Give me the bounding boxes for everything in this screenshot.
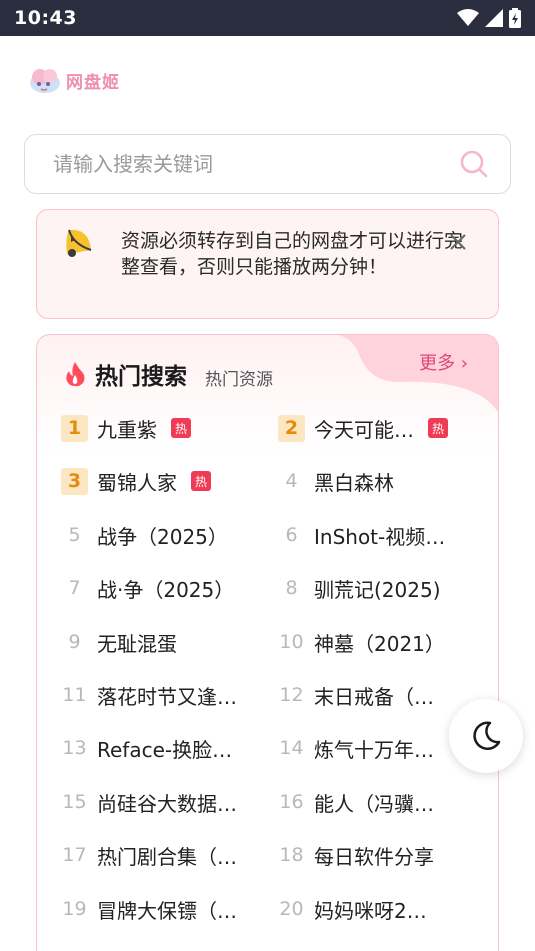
search-box[interactable] [24,134,511,194]
rank-number: 18 [279,844,304,866]
status-bar: 10:43 [0,0,535,36]
hot-item[interactable]: 10 神墓（2021） [278,622,478,662]
hot-item[interactable]: 12 末日戒备（19… [278,675,478,715]
status-time: 10:43 [14,7,77,29]
rank-number: 5 [68,524,81,546]
item-title: 炼气十万年（… [314,737,446,762]
hot-badge: 热 [428,418,448,438]
hot-item[interactable]: 17 热门剧合集（… [61,835,261,875]
logo-mascot-icon [30,69,60,93]
hot-search-subtitle: 热门资源 [205,369,273,390]
hot-item[interactable]: 2 今天可能… 热 [278,408,478,448]
moon-icon [473,721,501,751]
rank-number: 1 [61,414,88,442]
hot-item[interactable]: 5 战争（2025） [61,515,261,555]
hot-item[interactable]: 3 蜀锦人家 热 [61,461,261,501]
item-title: 冒牌大保镖（… [97,898,237,923]
rank-number: 8 [285,577,298,599]
hot-item[interactable]: 19 冒牌大保镖（… [61,889,261,929]
hot-item[interactable]: 4 黑白森林 [278,461,478,501]
app-logo: 网盘姬 [28,64,120,96]
rank-number: 12 [279,684,304,706]
panel-corner-decoration [337,335,498,413]
flame-icon [66,362,85,387]
hot-item[interactable]: 18 每日软件分享 [278,835,478,875]
item-title: 九重紫 [97,417,157,442]
hot-item[interactable]: 14 炼气十万年（… [278,728,478,768]
rank-number: 4 [285,470,298,492]
rank-number: 15 [62,791,87,813]
dark-mode-toggle[interactable] [449,699,523,773]
battery-icon [509,8,521,28]
rank-number: 10 [279,631,304,653]
hot-item[interactable]: 6 InShot-视频… [278,515,478,555]
more-link[interactable]: 更多 › [419,349,468,375]
hot-item[interactable]: 16 能人（冯骥才… [278,782,478,822]
item-title: 蜀锦人家 [97,470,177,495]
hot-search-header: 热门搜索 热门资源 [63,357,273,391]
item-title: InShot-视频… [314,524,446,549]
hot-search-panel: 热门搜索 热门资源 更多 › 1 九重紫 热 2 今天可能… 热 3 蜀锦人家 … [36,334,499,951]
rank-number: 6 [285,524,298,546]
hot-item[interactable]: 8 驯荒记(2025) [278,568,478,608]
logo-text: 网盘姬 [66,72,120,93]
rank-number: 13 [62,737,87,759]
hot-badge: 热 [191,471,211,491]
hot-item[interactable]: 11 落花时节又逢… [61,675,261,715]
hot-item[interactable]: 15 尚硅谷大数据… [61,782,261,822]
rank-number: 2 [278,414,305,442]
status-icons [457,8,521,28]
rank-number: 20 [279,898,304,920]
item-title: 战争（2025） [97,524,228,549]
hot-search-title: 热门搜索 [95,364,187,390]
rank-number: 14 [279,737,304,759]
hot-item[interactable]: 7 战·争（2025） [61,568,261,608]
rank-number: 17 [62,844,87,866]
hot-item[interactable]: 13 Reface-换脸A… [61,728,261,768]
item-title: 驯荒记(2025) [314,577,441,602]
item-title: 神墓（2021） [314,631,445,656]
rank-number: 16 [279,791,304,813]
rank-number: 3 [61,467,88,495]
item-title: 落花时节又逢… [97,684,237,709]
item-title: 无耻混蛋 [97,631,177,656]
rank-number: 9 [68,631,81,653]
bell-icon [66,229,92,257]
item-title: 战·争（2025） [97,577,235,602]
item-title: 能人（冯骥才… [314,791,446,816]
rank-number: 11 [62,684,87,706]
hot-item[interactable]: 9 无耻混蛋 [61,622,261,662]
item-title: 热门剧合集（… [97,844,237,869]
rank-number: 19 [62,898,87,920]
item-title: Reface-换脸A… [97,737,245,762]
hot-item[interactable]: 1 九重紫 热 [61,408,261,448]
item-title: 末日戒备（19… [314,684,446,709]
item-title: 妈妈咪呀2（2… [314,898,446,923]
rank-number: 7 [68,577,81,599]
item-title: 黑白森林 [314,470,394,495]
item-title: 今天可能… [314,417,414,442]
wifi-icon [457,9,479,26]
item-title: 每日软件分享 [314,844,434,869]
search-input[interactable] [53,152,460,176]
notice-message: 资源必须转存到自己的网盘才可以进行完整查看，否则只能播放两分钟！ [121,230,464,278]
hot-item[interactable]: 20 妈妈咪呀2（2… [278,889,478,929]
close-icon[interactable] [446,230,470,254]
item-title: 尚硅谷大数据… [97,791,237,816]
signal-icon [485,9,503,27]
search-icon[interactable] [460,150,488,178]
hot-badge: 热 [171,418,191,438]
notice-banner: 资源必须转存到自己的网盘才可以进行完整查看，否则只能播放两分钟！ [36,209,499,319]
